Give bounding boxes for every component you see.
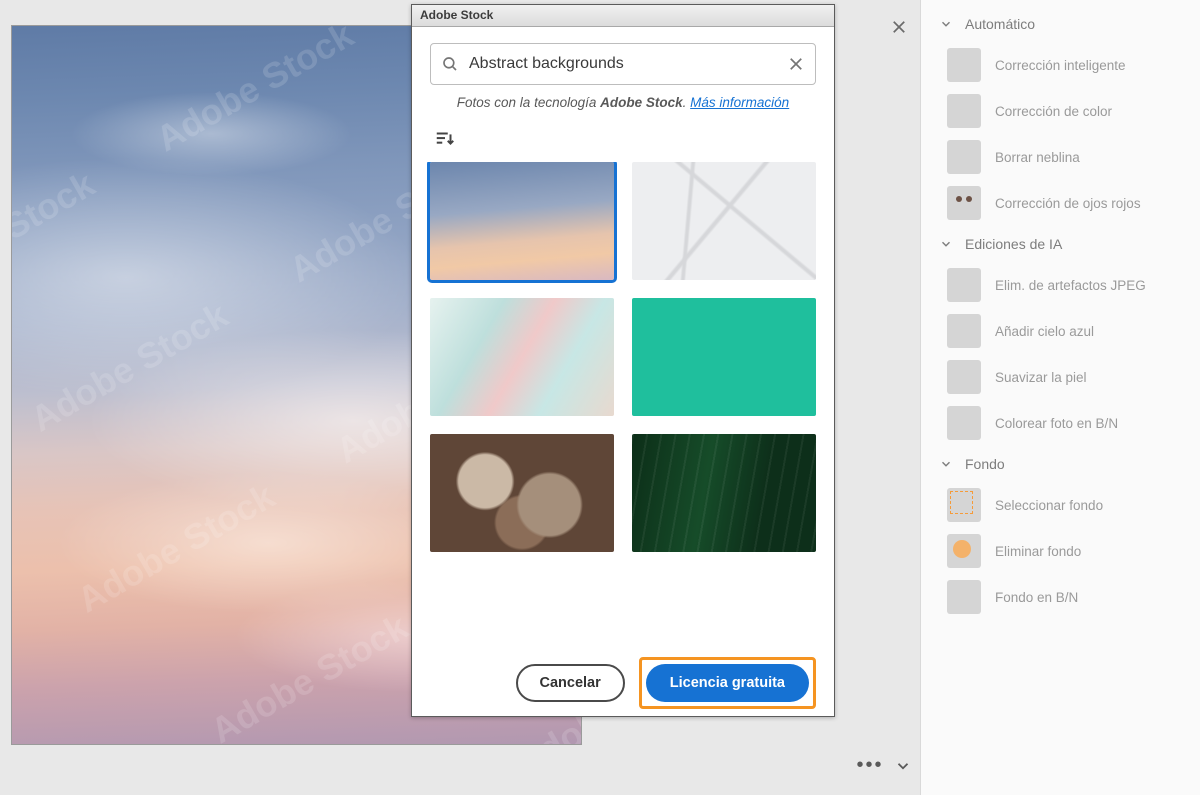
adobe-stock-dialog: Adobe Stock Fotos con la tecnología Adob… bbox=[411, 4, 835, 717]
sidebar-item-dehaze[interactable]: Borrar neblina bbox=[921, 134, 1200, 180]
sidebar-item-label: Colorear foto en B/N bbox=[995, 416, 1118, 431]
sidebar-item-label: Eliminar fondo bbox=[995, 544, 1081, 559]
sort-icon[interactable] bbox=[432, 128, 458, 150]
sidebar-item-colorize-bw[interactable]: Colorear foto en B/N bbox=[921, 400, 1200, 446]
sidebar-item-remove-background[interactable]: Eliminar fondo bbox=[921, 528, 1200, 574]
result-tile[interactable] bbox=[632, 162, 816, 280]
sidebar-item-blue-sky[interactable]: Añadir cielo azul bbox=[921, 308, 1200, 354]
sidebar-item-label: Fondo en B/N bbox=[995, 590, 1078, 605]
dialog-title: Adobe Stock bbox=[412, 5, 834, 27]
license-label: Licencia gratuita bbox=[670, 675, 785, 691]
thumb-icon bbox=[947, 94, 981, 128]
dialog-footer: Cancelar Licencia gratuita bbox=[412, 650, 834, 716]
sidebar-item-label: Suavizar la piel bbox=[995, 370, 1087, 385]
section-title: Automático bbox=[965, 16, 1035, 32]
result-tile[interactable] bbox=[632, 298, 816, 416]
sidebar-item-label: Corrección de color bbox=[995, 104, 1112, 119]
sidebar-item-label: Corrección de ojos rojos bbox=[995, 196, 1141, 211]
thumb-icon bbox=[947, 406, 981, 440]
thumb-icon bbox=[947, 314, 981, 348]
sidebar-item-label: Corrección inteligente bbox=[995, 58, 1126, 73]
results-area bbox=[426, 162, 820, 650]
search-field[interactable] bbox=[430, 43, 816, 85]
chevron-down-icon[interactable] bbox=[894, 757, 912, 775]
search-input[interactable] bbox=[469, 55, 777, 73]
thumb-icon bbox=[947, 580, 981, 614]
thumb-icon bbox=[947, 48, 981, 82]
sidebar-item-jpeg-artifacts[interactable]: Elim. de artefactos JPEG bbox=[921, 262, 1200, 308]
result-tile[interactable] bbox=[430, 434, 614, 552]
stock-caption: Fotos con la tecnología Adobe Stock. Más… bbox=[430, 85, 816, 124]
sidebar-item-label: Seleccionar fondo bbox=[995, 498, 1103, 513]
caption-prefix: Fotos con la tecnología bbox=[457, 95, 600, 110]
section-title: Fondo bbox=[965, 456, 1005, 472]
sidebar-item-label: Borrar neblina bbox=[995, 150, 1080, 165]
section-header-ai[interactable]: Ediciones de IA bbox=[921, 226, 1200, 262]
search-icon bbox=[441, 55, 459, 73]
thumb-icon bbox=[947, 268, 981, 302]
cancel-label: Cancelar bbox=[540, 675, 601, 691]
section-header-auto[interactable]: Automático bbox=[921, 6, 1200, 42]
result-tile[interactable] bbox=[632, 434, 816, 552]
caption-brand: Adobe Stock bbox=[600, 95, 683, 110]
result-tile[interactable] bbox=[430, 298, 614, 416]
thumb-icon bbox=[947, 140, 981, 174]
sidebar-item-label: Añadir cielo azul bbox=[995, 324, 1094, 339]
chevron-down-icon bbox=[939, 457, 953, 471]
sidebar-item-red-eye[interactable]: Corrección de ojos rojos bbox=[921, 180, 1200, 226]
highlight-frame: Licencia gratuita bbox=[639, 657, 816, 709]
section-title: Ediciones de IA bbox=[965, 236, 1062, 252]
sidebar-item-background-bw[interactable]: Fondo en B/N bbox=[921, 574, 1200, 620]
section-header-background[interactable]: Fondo bbox=[921, 446, 1200, 482]
sidebar-item-smooth-skin[interactable]: Suavizar la piel bbox=[921, 354, 1200, 400]
right-panel: Automático Corrección inteligente Correc… bbox=[920, 0, 1200, 795]
more-icon[interactable]: ••• bbox=[856, 754, 884, 777]
thumb-icon bbox=[947, 186, 981, 220]
thumb-icon bbox=[947, 360, 981, 394]
sidebar-item-color-correction[interactable]: Corrección de color bbox=[921, 88, 1200, 134]
license-free-button[interactable]: Licencia gratuita bbox=[646, 664, 809, 702]
thumb-icon bbox=[947, 488, 981, 522]
cancel-button[interactable]: Cancelar bbox=[516, 664, 625, 702]
chevron-down-icon bbox=[939, 237, 953, 251]
sidebar-item-label: Elim. de artefactos JPEG bbox=[995, 278, 1146, 293]
clear-icon[interactable] bbox=[787, 55, 805, 73]
sidebar-item-smart-correction[interactable]: Corrección inteligente bbox=[921, 42, 1200, 88]
result-tile[interactable] bbox=[430, 162, 614, 280]
chevron-down-icon bbox=[939, 17, 953, 31]
thumb-icon bbox=[947, 534, 981, 568]
sidebar-item-select-background[interactable]: Seleccionar fondo bbox=[921, 482, 1200, 528]
close-icon[interactable] bbox=[886, 14, 912, 40]
more-info-link[interactable]: Más información bbox=[690, 95, 789, 110]
